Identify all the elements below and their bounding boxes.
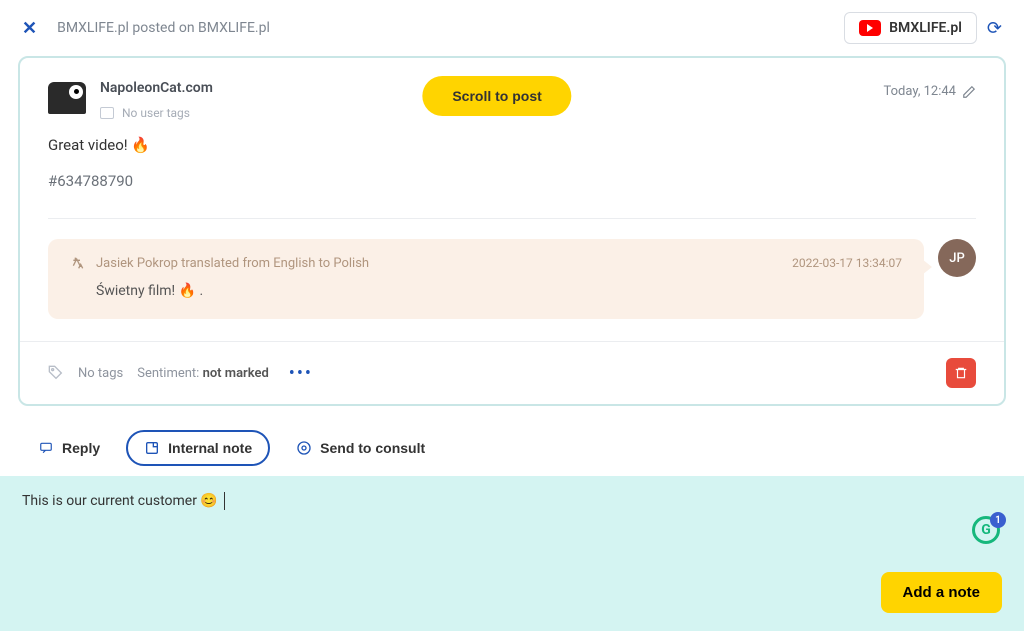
tag-icon	[48, 365, 64, 381]
user-tags-row[interactable]: No user tags	[100, 106, 213, 120]
no-tags-label[interactable]: No tags	[78, 366, 123, 381]
note-icon	[144, 440, 160, 456]
note-draft-text: This is our current customer 😊	[22, 493, 218, 509]
translation-label: Jasiek Pokrop translated from English to…	[96, 256, 369, 271]
header-left: ✕ BMXLIFE.pl posted on BMXLIFE.pl	[22, 18, 270, 39]
add-note-button[interactable]: Add a note	[881, 572, 1003, 613]
header-bar: ✕ BMXLIFE.pl posted on BMXLIFE.pl BMXLIF…	[0, 0, 1024, 56]
sentiment-row[interactable]: Sentiment: not marked	[137, 366, 269, 381]
delete-button[interactable]	[946, 358, 976, 388]
post-body: Great video! 🔥 #634788790	[20, 124, 1004, 218]
tab-reply[interactable]: Reply	[22, 432, 116, 464]
timestamp-text: Today, 12:44	[884, 84, 956, 99]
post-hash: #634788790	[48, 172, 976, 190]
post-header: NapoleonCat.com No user tags Scroll to p…	[20, 58, 1004, 124]
tab-send-consult-label: Send to consult	[320, 440, 425, 456]
scroll-to-post-button[interactable]: Scroll to post	[422, 76, 571, 116]
youtube-icon	[859, 20, 881, 36]
translation-time: 2022-03-17 13:34:07	[792, 256, 902, 270]
translation-text: Świetny film! 🔥 .	[70, 283, 902, 299]
tab-internal-note[interactable]: Internal note	[126, 430, 270, 466]
text-cursor	[224, 492, 225, 510]
user-tag-icon	[100, 107, 114, 119]
sentiment-value: not marked	[203, 366, 269, 381]
note-editor[interactable]: This is our current customer 😊 G 1 Add a…	[0, 476, 1024, 631]
refresh-icon[interactable]: ⟳	[987, 18, 1002, 39]
header-title: BMXLIFE.pl posted on BMXLIFE.pl	[57, 20, 270, 36]
sentiment-label: Sentiment:	[137, 366, 202, 381]
source-badge-label: BMXLIFE.pl	[889, 20, 962, 36]
grammarly-badge: 1	[990, 512, 1006, 528]
author-avatar[interactable]	[48, 82, 86, 114]
translator-avatar[interactable]: JP	[938, 239, 976, 277]
more-menu-icon[interactable]: •••	[289, 363, 313, 384]
reply-icon	[38, 441, 54, 455]
translation-row: Jasiek Pokrop translated from English to…	[20, 239, 1004, 341]
user-tags-label: No user tags	[122, 106, 190, 120]
header-right: BMXLIFE.pl ⟳	[844, 12, 1002, 44]
tab-send-consult[interactable]: Send to consult	[280, 432, 441, 464]
note-draft-row[interactable]: This is our current customer 😊	[0, 476, 1024, 526]
source-badge[interactable]: BMXLIFE.pl	[844, 12, 977, 44]
close-icon[interactable]: ✕	[22, 18, 37, 39]
consult-icon	[296, 440, 312, 456]
translation-header: Jasiek Pokrop translated from English to…	[70, 255, 902, 271]
divider	[48, 218, 976, 219]
reply-tabs: Reply Internal note Send to consult	[0, 418, 1024, 476]
speech-notch	[922, 259, 932, 275]
post-footer: No tags Sentiment: not marked •••	[20, 341, 1004, 404]
tab-internal-note-label: Internal note	[168, 440, 252, 456]
edit-icon[interactable]	[962, 85, 976, 99]
translation-box: Jasiek Pokrop translated from English to…	[48, 239, 924, 319]
post-text: Great video! 🔥	[48, 136, 976, 154]
author-name[interactable]: NapoleonCat.com	[100, 80, 213, 96]
tab-reply-label: Reply	[62, 440, 100, 456]
grammarly-widget[interactable]: G 1	[972, 516, 1002, 546]
post-timestamp: Today, 12:44	[884, 84, 976, 99]
translate-icon	[70, 255, 86, 271]
trash-icon	[954, 366, 968, 380]
post-card: NapoleonCat.com No user tags Scroll to p…	[18, 56, 1006, 406]
